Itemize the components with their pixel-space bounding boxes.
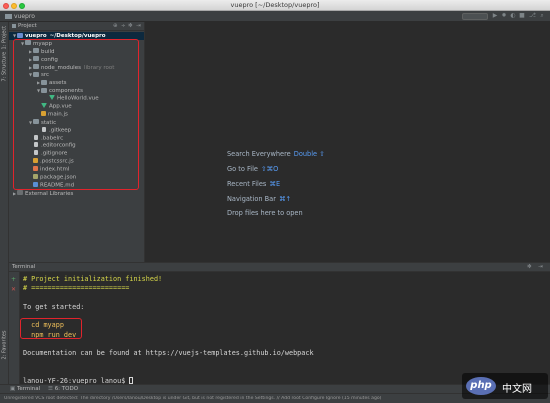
watermark: php 中文网 [462, 373, 548, 399]
module-folder-icon [17, 32, 23, 38]
search-icon[interactable]: ⌕ [539, 13, 545, 19]
hide-panel-icon[interactable]: ⇥ [136, 23, 141, 29]
settings-icon[interactable]: ✻ [128, 23, 133, 29]
hint-go-to-file: Go to File ⇧⌘O [227, 165, 279, 173]
tree-item-label: External Libraries [25, 190, 74, 197]
hint-navigation-bar: Navigation Bar ⌘↑ [227, 195, 292, 203]
coverage-icon[interactable]: ◐ [510, 13, 516, 19]
editor-area[interactable]: Search Everywhere Double ⇧ Go to File ⇧⌘O … [144, 22, 550, 262]
terminal-line: To get started: [23, 302, 85, 311]
gear-icon[interactable]: ⊕ [113, 23, 118, 29]
stop-icon[interactable]: ■ [519, 13, 525, 19]
hint-recent-files: Recent Files ⌘E [227, 180, 281, 188]
terminal-panel-header: Terminal ✻ ⇥ [9, 263, 550, 272]
watermark-text: 中文网 [502, 384, 532, 395]
run-icon[interactable]: ▶ [492, 13, 498, 19]
breadcrumb-label: vuepro [14, 13, 35, 20]
hint-search-everywhere: Search Everywhere Double ⇧ [227, 150, 325, 158]
terminal-panel-title[interactable]: Terminal [12, 264, 35, 270]
favorites-tool-tab[interactable]: 2: Favorites [0, 330, 9, 370]
shortcut-label: ⌘E [269, 180, 281, 188]
library-icon [17, 190, 23, 196]
hint-drop-files: Drop files here to open [227, 209, 303, 217]
terminal-panel: Terminal ✻ ⇥ + ✕ # Project initializatio… [9, 262, 550, 385]
breadcrumb[interactable]: vuepro [5, 13, 35, 20]
title-bar: vuepro [~/Desktop/vuepro] [0, 0, 550, 11]
terminal-line: Documentation can be found at https://vu… [23, 349, 314, 358]
status-message[interactable]: Unregistered VCS root detected: The dire… [4, 396, 424, 401]
collapse-icon[interactable]: ÷ [121, 23, 126, 29]
highlight-box-commands [20, 318, 82, 339]
terminal-line: # ======================== [23, 284, 130, 293]
project-panel-header: Project ⊕ ÷ ✻ ⇥ [9, 22, 144, 31]
left-tool-strip: 1: Project 7: Structure 2: Favorites [0, 22, 9, 384]
terminal-line: # Project initialization finished! [23, 275, 163, 283]
shortcut-label: ⌘↑ [278, 195, 292, 203]
highlight-box-project-tree [13, 39, 139, 190]
window-title: vuepro [~/Desktop/vuepro] [230, 1, 320, 9]
debug-icon[interactable]: ✹ [501, 13, 507, 19]
run-configuration-dropdown[interactable] [462, 13, 488, 20]
shortcut-label: ⇧⌘O [261, 165, 279, 173]
php-logo: php [466, 377, 496, 395]
shortcut-label: Double ⇧ [293, 150, 325, 158]
tab-terminal[interactable]: ▣ Terminal [10, 386, 40, 392]
close-session-icon[interactable]: ✕ [11, 286, 16, 293]
tree-item[interactable]: ▶ External Libraries [9, 190, 144, 198]
vcs-icon[interactable]: ⎇ [529, 13, 536, 19]
new-session-icon[interactable]: + [11, 276, 16, 283]
structure-tool-tab[interactable]: 7: Structure [0, 52, 9, 92]
settings-icon[interactable]: ✻ [527, 264, 532, 270]
project-panel-title[interactable]: Project [12, 23, 37, 29]
terminal-toolbar: + ✕ [9, 272, 20, 385]
navigation-bar: vuepro ▶ ✹ ◐ ■ ⎇ ⌕ [0, 11, 550, 22]
hide-panel-icon[interactable]: ⇥ [538, 264, 543, 270]
tab-todo[interactable]: ☰ 6: TODO [48, 386, 78, 392]
folder-icon [5, 13, 12, 19]
